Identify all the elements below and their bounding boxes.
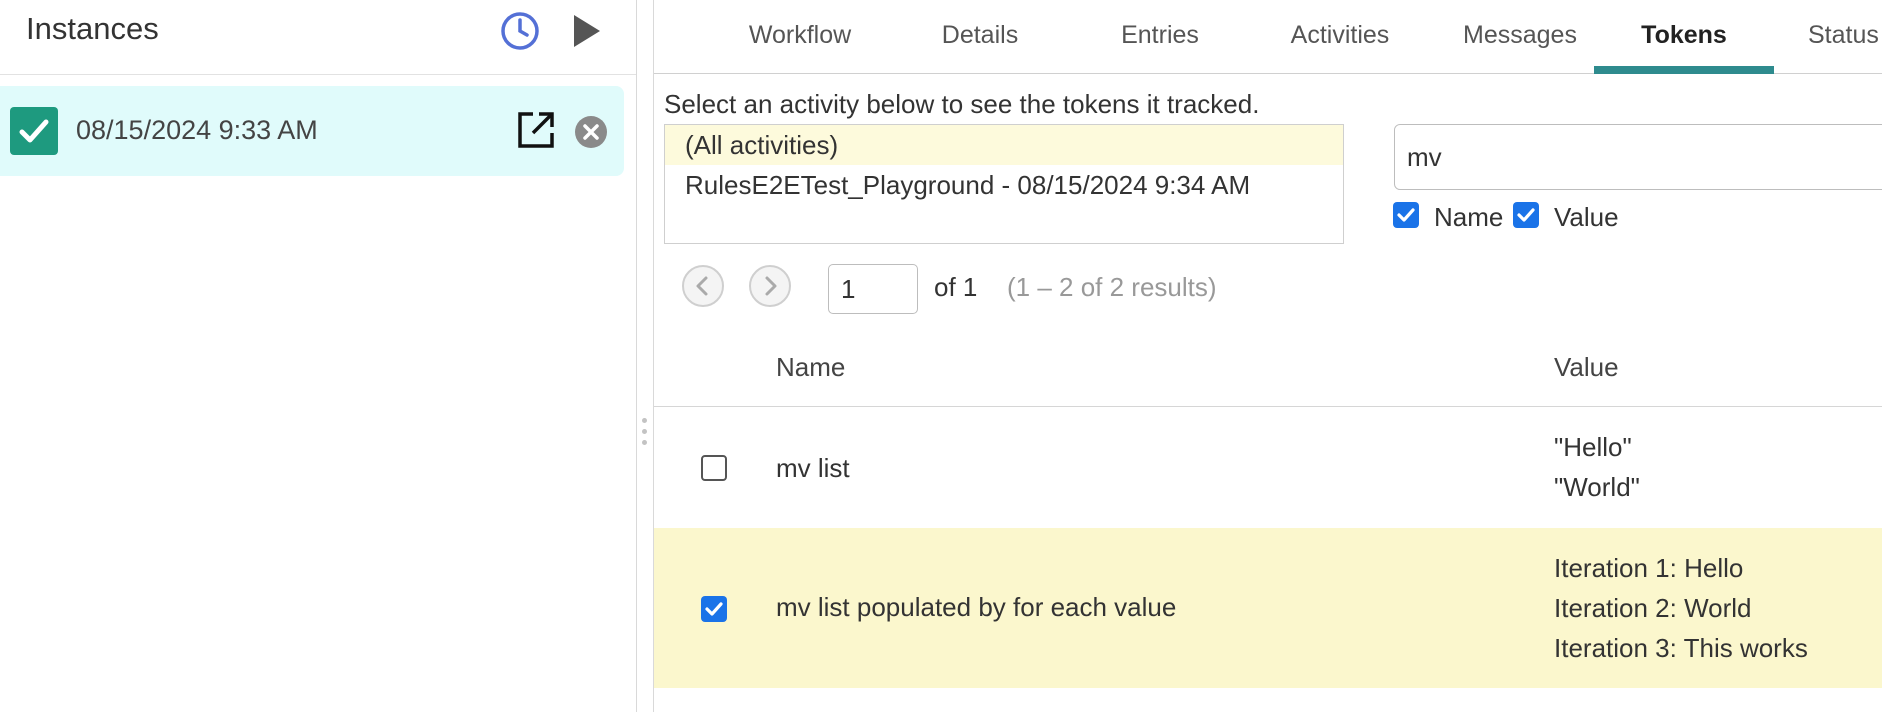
activity-list[interactable]: (All activities) RulesE2ETest_Playground… — [664, 124, 1344, 244]
page-number-input[interactable] — [828, 264, 918, 314]
tab-activities[interactable]: Activities — [1250, 0, 1430, 73]
instance-item[interactable]: 08/15/2024 9:33 AM — [0, 86, 624, 176]
instances-header: Instances — [0, 0, 636, 75]
next-page-button[interactable] — [749, 265, 791, 307]
filter-value-checkbox[interactable] — [1513, 202, 1539, 228]
activity-option[interactable]: RulesE2ETest_Playground - 08/15/2024 9:3… — [665, 165, 1343, 205]
check-icon — [1397, 208, 1415, 222]
panel-splitter[interactable] — [640, 418, 648, 454]
tab-status[interactable]: Status — [1808, 0, 1882, 73]
filter-name-checkbox[interactable] — [1393, 202, 1419, 228]
page-count: of 1 — [934, 272, 978, 302]
column-header-value[interactable]: Value — [1554, 352, 1619, 383]
play-icon[interactable] — [566, 11, 606, 51]
row-checkbox[interactable] — [701, 455, 727, 481]
token-value-line: Iteration 3: This works — [1554, 633, 1808, 663]
tab-tokens[interactable]: Tokens — [1594, 0, 1774, 74]
instances-title: Instances — [26, 11, 159, 46]
clock-icon[interactable] — [499, 10, 541, 52]
filter-value-label[interactable]: Value — [1554, 202, 1619, 233]
chevron-right-icon — [765, 276, 777, 296]
prev-page-button[interactable] — [682, 265, 724, 307]
instruction-text: Select an activity below to see the toke… — [664, 89, 1260, 119]
tab-bar: Workflow Details Entries Activities Mess… — [654, 0, 1882, 74]
token-search-input[interactable] — [1394, 124, 1882, 190]
activity-option[interactable]: (All activities) — [665, 125, 1343, 165]
table-row[interactable]: mv list "Hello" "World" — [654, 407, 1882, 527]
token-value: "Hello" "World" — [1554, 427, 1640, 507]
row-checkbox[interactable] — [701, 596, 727, 622]
table-row[interactable]: mv list populated by for each value Iter… — [654, 528, 1882, 688]
instance-date: 08/15/2024 9:33 AM — [76, 115, 318, 145]
open-external-icon[interactable] — [515, 109, 557, 151]
token-value: Iteration 1: Hello Iteration 2: World It… — [1554, 548, 1808, 668]
token-value-line: "World" — [1554, 472, 1640, 502]
check-icon — [19, 119, 49, 143]
check-icon — [1517, 208, 1535, 222]
instances-panel: Instances 08/15/2024 9:33 AM — [0, 0, 637, 712]
chevron-left-icon — [696, 276, 708, 296]
results-count: (1 – 2 of 2 results) — [1007, 272, 1217, 302]
token-name: mv list populated by for each value — [776, 592, 1177, 622]
token-value-line: "Hello" — [1554, 432, 1632, 462]
token-name: mv list — [776, 453, 850, 483]
check-icon — [705, 602, 723, 616]
column-header-name[interactable]: Name — [776, 352, 845, 383]
close-circle-icon[interactable] — [574, 115, 608, 149]
token-value-line: Iteration 1: Hello — [1554, 553, 1744, 583]
tab-details[interactable]: Details — [890, 0, 1070, 73]
token-value-line: Iteration 2: World — [1554, 593, 1752, 623]
tab-workflow[interactable]: Workflow — [710, 0, 890, 73]
tab-messages[interactable]: Messages — [1430, 0, 1610, 73]
tab-entries[interactable]: Entries — [1070, 0, 1250, 73]
filter-name-label[interactable]: Name — [1434, 202, 1503, 233]
instance-checkbox[interactable] — [10, 107, 58, 155]
